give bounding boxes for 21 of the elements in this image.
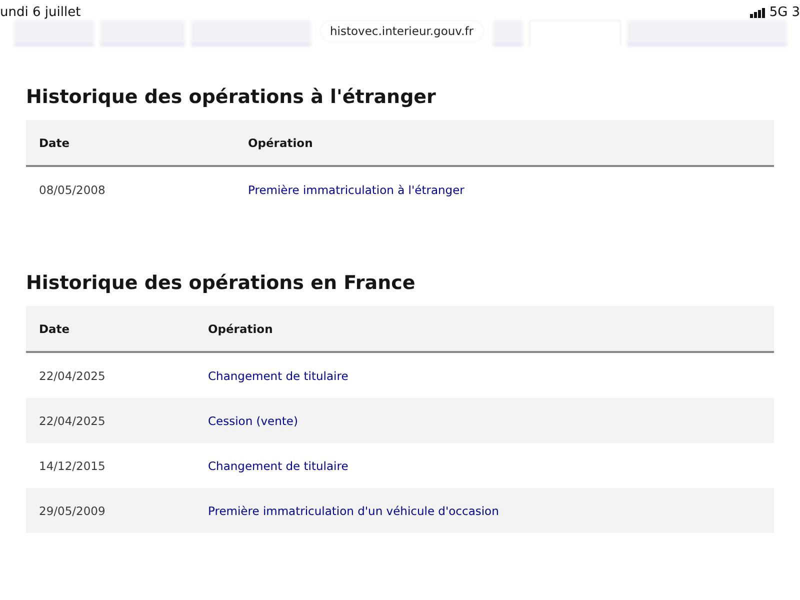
section-title: Historique des opérations en France — [26, 272, 416, 294]
date-cell-text: 14/12/2015 — [38, 458, 106, 472]
network-label: 5G — [769, 5, 788, 20]
operation-link[interactable]: Cession (vente) — [195, 414, 774, 428]
column-header: Opération — [247, 136, 314, 150]
url-pill[interactable]: histovec.interieur.gouv.fr — [321, 21, 483, 41]
operation-link[interactable]: Changement de titulaire — [195, 458, 774, 472]
date-cell-text: 29/05/2009 — [38, 504, 106, 518]
section-title: Historique des opérations à l'étranger — [26, 86, 437, 108]
column-header: Date — [38, 136, 71, 150]
column-header: Date — [38, 322, 71, 336]
operation-link[interactable]: Première immatriculation d'un véhicule d'occasion — [195, 504, 774, 518]
status-date: undi 6 juillet — [0, 5, 81, 20]
date-cell-text: 22/04/2025 — [38, 368, 106, 382]
column-header: Opération — [207, 322, 274, 336]
date-cell-text: 22/04/2025 — [38, 414, 106, 428]
signal-icon — [750, 8, 766, 18]
battery-label: 3 — [792, 5, 800, 20]
operation-link[interactable]: Changement de titulaire — [195, 368, 774, 382]
operation-link[interactable]: Première immatriculation à l'étranger — [235, 182, 774, 196]
date-cell-text: 08/05/2008 — [38, 182, 106, 196]
